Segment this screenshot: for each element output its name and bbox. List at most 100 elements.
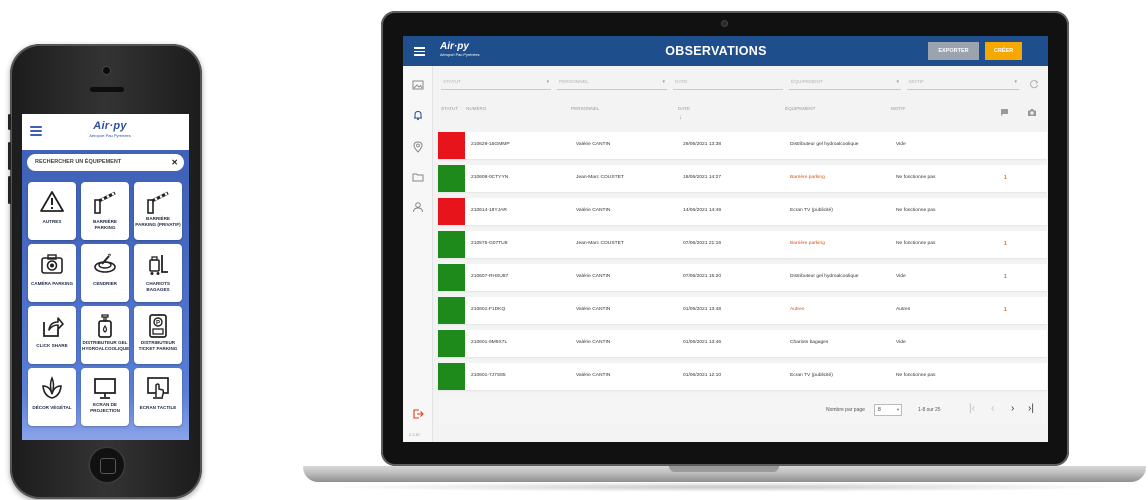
laptop-screen: Air·py Aéroport Pau Pyrénées OBSERVATION… — [403, 36, 1048, 442]
cell-personnel: Jean-Marc COUSTET — [576, 241, 624, 246]
table-row[interactable]: 210601-F1DKQ Valérie CANTIN 01/06/2021 13:… — [438, 297, 1047, 324]
next-page-button[interactable]: › — [1011, 403, 1014, 415]
cell-equipement: Ecran TV (publicité) — [790, 373, 833, 378]
sort-arrow-icon[interactable]: ↓ — [679, 115, 682, 121]
table-header: STATUT NUMÉRO PERSONNEL DATE ↓ ÉQUIPEMEN… — [433, 100, 1048, 132]
prev-page-button[interactable]: ‹ — [991, 403, 994, 415]
filter-label: DATE — [675, 80, 688, 85]
image-icon[interactable] — [412, 78, 424, 90]
logout-icon[interactable] — [412, 407, 424, 419]
column-equipement[interactable]: ÉQUIPEMENT — [785, 106, 815, 111]
user-icon[interactable] — [412, 200, 424, 213]
app-topbar: Air·py Aéroport Pau Pyrénées OBSERVATION… — [403, 36, 1048, 66]
cell-numero: 210601-F1DKQ — [471, 307, 506, 312]
cell-date: 14/06/2021 14:49 — [683, 208, 722, 213]
tile-click-share[interactable]: CLICK SHARE — [28, 306, 76, 364]
filter-equipement[interactable]: ÉQUIPEMENT ▾ — [789, 75, 901, 90]
ticket-machine-icon: P — [149, 314, 167, 338]
bell-icon[interactable] — [412, 108, 424, 121]
filter-motif[interactable]: MOTIF ▾ — [907, 75, 1019, 90]
table-row[interactable]: 210601-9M9X7L Valérie CANTIN 01/06/2021 13… — [438, 330, 1047, 357]
location-icon[interactable] — [412, 140, 424, 153]
last-page-button[interactable]: ›| — [1028, 403, 1034, 415]
table-row[interactable]: 210629-15GMMP Valérie CANTIN 29/06/2021 13… — [438, 132, 1047, 159]
cell-numero: 210614-18YJAR — [471, 208, 507, 213]
tile-distributeur-gel[interactable]: DISTRIBUTEUR GEL HYDROALCOOLIQUE — [81, 306, 129, 364]
svg-text:P: P — [156, 321, 160, 327]
cell-equipement: Barrière parking — [790, 175, 825, 180]
per-page-value: 8 — [878, 407, 881, 413]
tile-camera-parking[interactable]: CAMÉRA PARKING — [28, 244, 76, 302]
status-indicator — [438, 330, 465, 357]
export-button[interactable]: EXPORTER — [928, 42, 979, 60]
laptop-camera — [722, 21, 727, 26]
clear-search-icon[interactable]: ✕ — [171, 154, 178, 171]
tile-barriere-parking-privatif[interactable]: BARRIÈRE PARKING (PRIVATIF) — [134, 182, 182, 240]
phone-device: Air·py Aéroport Pau Pyrénées RECHERCHER … — [8, 44, 202, 499]
comment-count: 1 — [1004, 307, 1007, 313]
folder-icon[interactable] — [412, 170, 424, 182]
monitor-icon — [94, 378, 116, 399]
per-page-label: Nombre par page — [826, 407, 865, 413]
tile-distributeur-ticket[interactable]: P DISTRIBUTEUR TICKET PARKING — [134, 306, 182, 364]
table-row[interactable]: 210608-0CTYYN Jean-Marc COUSTET 18/06/2021… — [438, 165, 1047, 192]
tile-barriere-parking[interactable]: BARRIÈRE PARKING — [81, 182, 129, 240]
chevron-down-icon: ▾ — [1014, 79, 1017, 85]
filter-date[interactable]: DATE — [673, 75, 783, 90]
column-statut[interactable]: STATUT — [441, 106, 458, 111]
cell-equipement: Autres — [790, 307, 805, 312]
comment-icon[interactable] — [1000, 108, 1009, 117]
hamburger-menu-icon[interactable] — [30, 126, 42, 136]
search-equipment-input[interactable]: RECHERCHER UN ÉQUIPEMENT ✕ — [27, 154, 184, 171]
cell-date: 29/06/2021 13:38 — [683, 142, 722, 147]
cell-motif: Ne fonctionne pas — [896, 241, 936, 246]
phone-camera — [103, 67, 110, 74]
cell-date: 01/06/2021 13:48 — [683, 307, 722, 312]
create-button[interactable]: CRÉER — [985, 42, 1022, 60]
column-date[interactable]: DATE — [678, 106, 690, 111]
barrier-private-icon — [147, 191, 169, 214]
tile-ecran-projection[interactable]: ECRAN DE PROJECTION — [81, 368, 129, 426]
tile-label: CAMÉRA PARKING — [30, 281, 74, 286]
table-row[interactable]: 210601-7J7S85 Valérie CANTIN 01/06/2021 12… — [438, 363, 1047, 390]
camera-icon — [41, 254, 63, 274]
refresh-icon[interactable] — [1029, 79, 1039, 89]
tile-chariots-bagages[interactable]: CHARIOTS BAGAGES — [134, 244, 182, 302]
filter-personnel[interactable]: PERSONNEL ▾ — [557, 75, 667, 90]
table-row[interactable]: 210607-RHSU87 Valérie CANTIN 07/06/2021 15… — [438, 264, 1047, 291]
cell-motif: Vide — [896, 142, 906, 147]
tile-label: ECRAN TACTILE — [139, 405, 177, 410]
column-personnel[interactable]: PERSONNEL — [571, 106, 599, 111]
column-motif[interactable]: MOTIF — [891, 106, 905, 111]
tile-label: AUTRES — [42, 219, 62, 224]
search-placeholder: RECHERCHER UN ÉQUIPEMENT — [35, 159, 122, 165]
camera-icon[interactable] — [1027, 108, 1037, 117]
cell-equipement: Distributeur gel hydroalcoolique — [790, 142, 859, 147]
cell-equipement: Ecran TV (publicité) — [790, 208, 833, 213]
phone-mute-switch — [8, 114, 11, 130]
cell-personnel: Jean-Marc COUSTET — [576, 175, 624, 180]
table-row[interactable]: 210614-18YJAR Valérie CANTIN 14/06/2021 14… — [438, 198, 1047, 225]
tile-label: BARRIÈRE PARKING (PRIVATIF) — [135, 216, 181, 227]
equipment-grid: AUTRES BARRIÈRE PARKING BARRIÈRE PARKING… — [28, 182, 189, 426]
comment-count: 1 — [1004, 175, 1007, 181]
column-numero[interactable]: NUMÉRO — [466, 106, 486, 111]
per-page-select[interactable]: 8 ▾ — [874, 404, 902, 416]
cell-motif: Autres — [896, 307, 911, 312]
tile-cendrier[interactable]: CENDRIER — [81, 244, 129, 302]
tile-ecran-tactile[interactable]: ECRAN TACTILE — [134, 368, 182, 426]
phone-home-button[interactable] — [88, 446, 126, 484]
status-indicator — [438, 297, 465, 324]
tile-decor-vegetal[interactable]: DÉCOR VÉGÉTAL — [28, 368, 76, 426]
phone-speaker — [90, 87, 124, 92]
table-row[interactable]: 210575-G07TU8 Jean-Marc COUSTET 07/06/2021… — [438, 231, 1047, 258]
share-icon — [43, 317, 64, 337]
first-page-button[interactable]: |‹ — [969, 403, 975, 415]
cell-personnel: Valérie CANTIN — [576, 274, 611, 279]
comment-count: 1 — [1004, 241, 1007, 247]
cell-date: 01/06/2021 12:10 — [683, 373, 722, 378]
tile-autres[interactable]: AUTRES — [28, 182, 76, 240]
logo-subtitle: Aéroport Pau Pyrénées — [89, 133, 131, 138]
filter-statut[interactable]: STATUT ▾ — [441, 75, 551, 90]
cell-equipement: Distributeur gel hydroalcoolique — [790, 274, 859, 279]
